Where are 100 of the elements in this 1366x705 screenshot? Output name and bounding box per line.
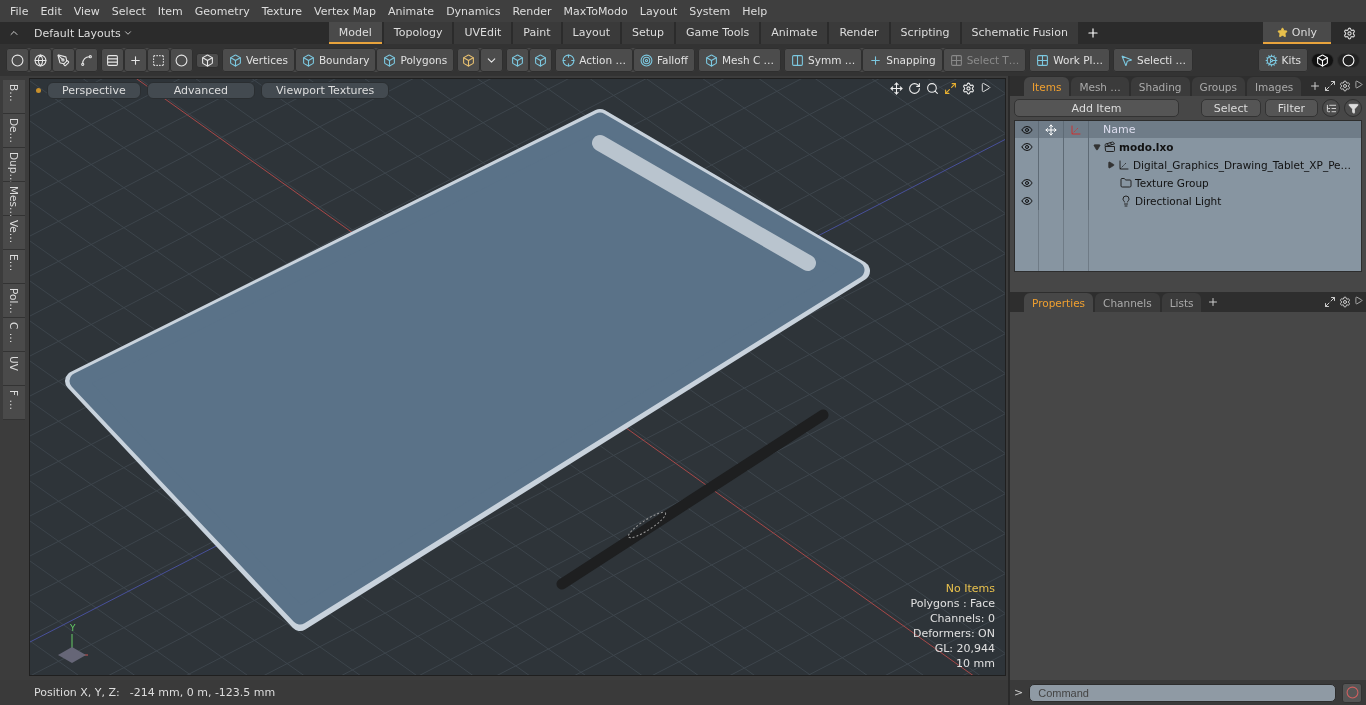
tool-button[interactable] [29,48,52,72]
panel-tab[interactable]: Channels [1095,293,1160,312]
layout-dropdown[interactable]: Default Layouts [28,22,139,44]
list-icon [1325,102,1337,114]
toolbar-button[interactable]: Vertices [222,48,295,72]
toolbar-button[interactable]: Boundary [294,48,377,72]
tree-row[interactable]: Digital_Graphics_Drawing_Tablet_XP_Pe… [1015,156,1361,174]
toolbar-button[interactable]: Kits [1257,48,1308,72]
toolbar-button[interactable]: Mesh C … [697,48,782,72]
cube-icon [511,53,525,67]
toolbar-button[interactable]: Snapping [862,48,943,72]
menu-item[interactable]: MaxToModo [557,4,634,18]
gears-icon [1264,53,1278,67]
viewport-button[interactable]: Advanced [146,82,256,99]
caret-icon [122,28,133,38]
command-field[interactable]: Command [1029,683,1336,702]
tool-button[interactable] [196,52,219,68]
side-tab[interactable]: Ve… [3,216,25,250]
layout-tab[interactable]: Paint [513,22,561,44]
record-button[interactable] [1342,682,1362,703]
toolbar-button[interactable]: Selecti … [1112,48,1194,72]
tool-button[interactable] [170,48,193,72]
layout-tab[interactable]: Animate [761,22,828,44]
layout-tab[interactable]: Schematic Fusion [961,22,1078,44]
toolbar-button[interactable]: Action … [555,48,633,72]
item-name: Digital_Graphics_Drawing_Tablet_XP_Pe… [1133,159,1352,171]
toolbar-button[interactable]: Work Pl… [1029,48,1110,72]
layout-tab[interactable]: Layout [562,22,620,44]
tool-button[interactable] [52,48,75,72]
only-toggle[interactable]: Only [1262,22,1331,44]
menu-item[interactable]: Geometry [188,4,256,18]
viewport-stat: Channels: 0 [929,611,995,626]
cube-icon [534,53,548,67]
layout-tab[interactable]: Setup [621,22,674,44]
menu-item[interactable]: Help [736,4,774,18]
side-tab[interactable]: Mes… [3,182,25,216]
tool-button[interactable] [529,48,553,72]
viewport-stat: No Items [945,581,995,596]
panel-button[interactable]: Filter [1264,99,1318,117]
menu-item[interactable]: Animate [382,4,441,18]
menu-item[interactable]: Render [506,4,558,18]
layout-tab[interactable]: Topology [383,22,453,44]
panel-tab[interactable]: Images [1246,77,1302,96]
rotate-icon [908,82,921,95]
panel-tab[interactable]: Shading [1130,77,1190,96]
grid-icon [949,53,963,67]
filter-button[interactable] [1344,99,1362,117]
move-icon [890,82,903,95]
panel-tab[interactable]: Properties [1024,293,1094,312]
menu-item[interactable]: Texture [255,4,308,18]
list-options-button[interactable] [1322,99,1340,117]
layout-tab[interactable]: Model [328,22,382,44]
crosshair-icon [562,53,576,67]
menu-item[interactable]: View [67,4,106,18]
viewport[interactable]: Perspective Advanced Viewport Textures Y No Items Polygons : Face Channels: 0 Deformers: ON GL: 20,944 10 mm [29,78,1006,676]
tool-button[interactable] [124,48,147,72]
tree-row[interactable]: Directional Light [1015,192,1361,210]
toolbar-button[interactable]: Falloff [632,48,695,72]
layout-tab[interactable]: Scripting [890,22,960,44]
menu-item[interactable]: File [4,4,35,18]
pointer-icon [1119,53,1133,67]
tool-button[interactable] [147,48,170,72]
tool-button[interactable] [75,48,98,72]
tree-row[interactable]: Texture Group [1015,174,1361,192]
add-item-button[interactable]: Add Item [1014,99,1179,117]
tree-row[interactable]: modo.lxo [1015,138,1361,156]
toolbar-button[interactable]: Symm … [784,48,863,72]
maximize-icon [944,82,957,95]
panel-tab[interactable]: Groups [1191,77,1245,96]
menu-item[interactable]: System [683,4,737,18]
menu-item[interactable]: Item [151,4,189,18]
cube-icon [704,53,718,67]
toolbar-button[interactable]: Polygons [376,48,455,72]
columns-icon [791,53,805,67]
layout-tab[interactable]: UVEdit [454,22,512,44]
menu-item[interactable]: Dynamics [440,4,507,18]
tool-button[interactable] [6,48,29,72]
tool-button[interactable] [1337,52,1360,68]
pen-icon [57,53,70,67]
layout-tab[interactable]: Game Tools [676,22,760,44]
side-tab[interactable]: B… [3,80,25,114]
menu-item[interactable]: Vertex Map [307,4,383,18]
tool-button[interactable] [506,48,530,72]
panel-button[interactable]: Select [1200,99,1261,117]
panel-tab[interactable]: Mesh … [1071,77,1129,96]
status-label: Position X, Y, Z: [34,686,120,699]
menu-item[interactable]: Layout [633,4,684,18]
tool-button[interactable] [457,48,481,72]
tool-button[interactable] [101,48,124,72]
circle-icon [1342,53,1355,67]
tool-button[interactable] [1311,52,1334,68]
panel-tab[interactable]: Lists [1161,293,1202,312]
viewport-button[interactable]: Perspective [47,82,141,99]
panel-tab[interactable]: Items [1024,77,1070,96]
layout-tab[interactable]: Render [829,22,889,44]
viewport-stat: 10 mm [956,656,995,671]
grid-icon [1036,53,1050,67]
viewport-button[interactable]: Viewport Textures [261,82,390,99]
menu-item[interactable]: Select [105,4,152,18]
menu-item[interactable]: Edit [34,4,68,18]
